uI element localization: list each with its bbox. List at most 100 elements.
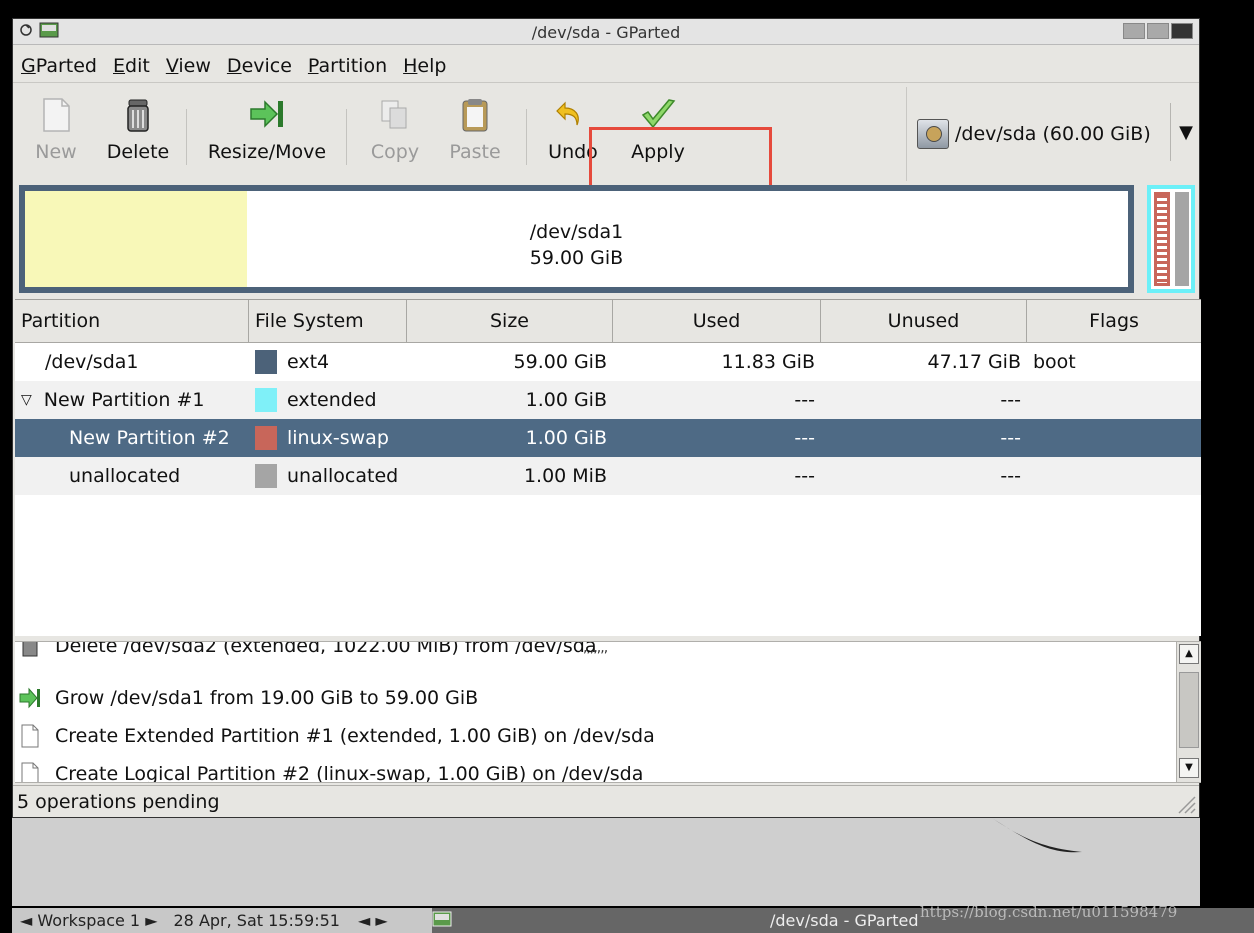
new-document-icon [38,97,74,133]
paste-button[interactable]: Paste [445,97,505,163]
scroll-thumb[interactable] [1179,672,1199,748]
menu-partition[interactable]: Partition [308,55,387,77]
used-cell: 11.83 GiB [721,351,815,373]
partition-name: unallocated [69,465,181,487]
menu-help[interactable]: Help [403,55,446,77]
resize-arrow-icon [19,686,41,710]
app-icon [432,911,452,927]
resize-move-button[interactable]: Resize/Move [203,97,331,163]
partition-name: New Partition #2 [69,427,230,449]
undo-arrow-icon [555,97,591,133]
watermark-text: https://blog.csdn.net/u011598479 [920,903,1178,921]
workspace-switcher[interactable]: ◄ Workspace 1 ► [20,911,158,930]
column-header-unused[interactable]: Unused [821,300,1027,342]
scroll-down-button[interactable]: ▼ [1179,758,1199,778]
disk-map-partition-size: 59.00 GiB [529,247,624,269]
delete-button[interactable]: Delete [103,97,173,163]
copy-button[interactable]: Copy [365,97,425,163]
window-title: /dev/sda - GParted [531,23,681,42]
status-text: 5 operations pending [17,790,220,813]
fs-color-swatch [255,350,277,374]
toolbar-separator [346,109,347,165]
chevron-down-icon[interactable]: ▼ [1170,103,1201,161]
title-bar[interactable]: /dev/sda - GParted [13,19,1199,45]
pending-operations-list[interactable]: ,,,,,,, Delete /dev/sda2 (extended, 1022… [15,641,1201,783]
toolbar-separator [186,109,187,165]
fs-color-swatch [255,426,277,450]
table-row[interactable]: /dev/sda1 ext4 59.00 GiB 11.83 GiB 47.17… [15,343,1201,381]
scroll-up-button[interactable]: ▲ [1179,644,1199,664]
size-cell: 1.00 MiB [523,465,607,487]
column-header-used[interactable]: Used [613,300,821,342]
resize-arrow-icon [249,97,285,133]
resize-grip-icon[interactable] [1175,793,1197,815]
table-row-selected[interactable]: New Partition #2 linux-swap 1.00 GiB ---… [15,419,1201,457]
size-cell: 1.00 GiB [525,389,607,411]
table-row[interactable]: unallocated unallocated 1.00 MiB --- --- [15,457,1201,495]
file-system-cell: linux-swap [249,419,407,457]
copy-icon [377,97,413,133]
disk-map-swap-partition[interactable] [1154,192,1170,286]
menu-edit[interactable]: Edit [113,55,150,77]
table-row[interactable]: ▽ New Partition #1 extended 1.00 GiB --- … [15,381,1201,419]
close-button[interactable] [1171,23,1193,39]
operation-item[interactable]: Create Logical Partition #2 (linux-swap,… [19,762,643,782]
minimize-button[interactable] [1123,23,1145,39]
flags-cell [1027,419,1201,457]
operations-scrollbar[interactable]: ▲ ▼ [1176,642,1201,782]
column-header-file-system[interactable]: File System [249,300,407,342]
flags-cell [1027,381,1201,419]
trash-icon [19,642,41,658]
size-cell: 59.00 GiB [513,351,607,373]
partition-name: /dev/sda1 [45,351,139,373]
flags-cell [1027,457,1201,495]
fs-color-swatch [255,388,277,412]
used-cell: --- [794,389,815,411]
menu-gparted[interactable]: GParted [21,55,97,77]
device-label: /dev/sda (60.00 GiB) [955,123,1151,145]
gparted-window: /dev/sda - GParted GParted Edit View Dev… [12,18,1201,818]
taskbar-window-title: /dev/sda - GParted [770,911,919,930]
window-buttons [1123,23,1193,39]
new-document-icon [19,724,41,748]
status-bar: 5 operations pending [13,785,1199,817]
unused-cell: --- [1000,427,1021,449]
column-header-flags[interactable]: Flags [1027,300,1201,342]
used-cell: --- [794,427,815,449]
operation-item[interactable]: Grow /dev/sda1 from 19.00 GiB to 59.00 G… [19,686,478,710]
task-nav-arrows[interactable]: ◄ ► [358,911,388,930]
toolbar-separator [526,109,527,165]
unused-cell: --- [1000,465,1021,487]
disk-map-label: /dev/sda1 59.00 GiB [25,219,1128,271]
maximize-button[interactable] [1147,23,1169,39]
size-cell: 1.00 GiB [525,427,607,449]
menu-device[interactable]: Device [227,55,292,77]
fs-color-swatch [255,464,277,488]
table-header: Partition File System Size Used Unused F… [15,300,1201,343]
disk-map: /dev/sda1 59.00 GiB [19,185,1195,293]
column-header-partition[interactable]: Partition [15,300,249,342]
paste-icon [457,97,493,133]
unused-cell: --- [1000,389,1021,411]
disk-map-extended-partition[interactable] [1147,185,1195,293]
desktop-background [12,818,1200,906]
menu-view[interactable]: View [166,55,211,77]
new-document-icon [19,762,41,782]
partition-table: Partition File System Size Used Unused F… [15,299,1201,636]
trash-icon [120,97,156,133]
toolbar: New Delete Resize/Move Copy Paste Undo A… [13,87,907,266]
operation-item[interactable]: Create Extended Partition #1 (extended, … [19,724,655,748]
disk-map-partition-name: /dev/sda1 [529,221,624,243]
expander-triangle-icon[interactable]: ▽ [21,392,32,408]
operation-item[interactable]: Delete /dev/sda2 (extended, 1022.00 MiB)… [19,642,597,658]
device-selector[interactable]: /dev/sda (60.00 GiB) ▼ [907,87,1201,181]
disk-map-unallocated[interactable] [1175,192,1189,286]
new-button[interactable]: New [31,97,81,163]
unused-cell: 47.17 GiB [927,351,1021,373]
disk-map-partition-sda1[interactable]: /dev/sda1 59.00 GiB [19,185,1134,293]
flags-cell: boot [1033,351,1076,373]
column-header-size[interactable]: Size [407,300,613,342]
hard-disk-icon [917,119,949,149]
used-cell: --- [794,465,815,487]
file-system-cell: unallocated [249,457,407,495]
